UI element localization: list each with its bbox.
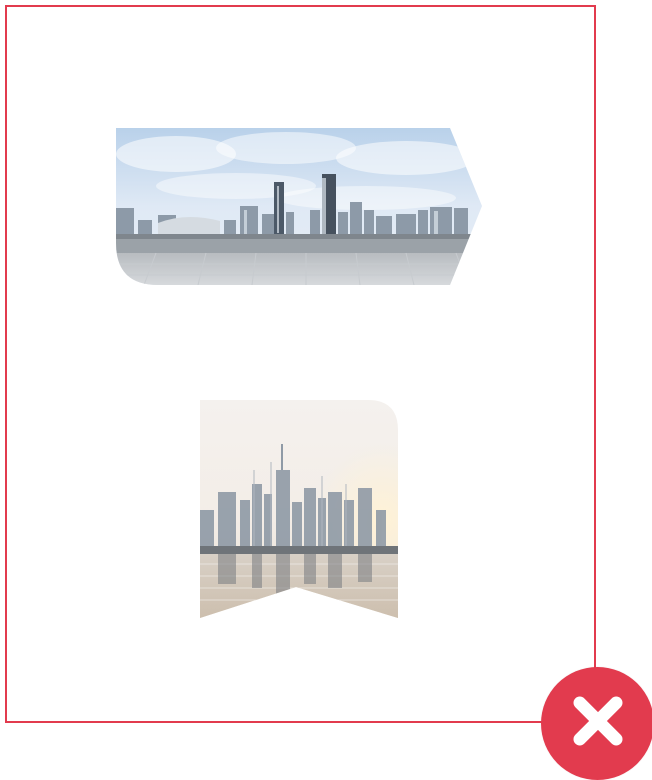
harbor-city-image [200,400,398,618]
city-skyline-illustration [116,128,482,285]
close-icon [563,686,633,761]
page [0,0,652,780]
harbor-city-illustration [200,400,398,618]
city-skyline-image [116,128,482,285]
content-frame [5,5,596,723]
close-button[interactable] [541,667,652,780]
